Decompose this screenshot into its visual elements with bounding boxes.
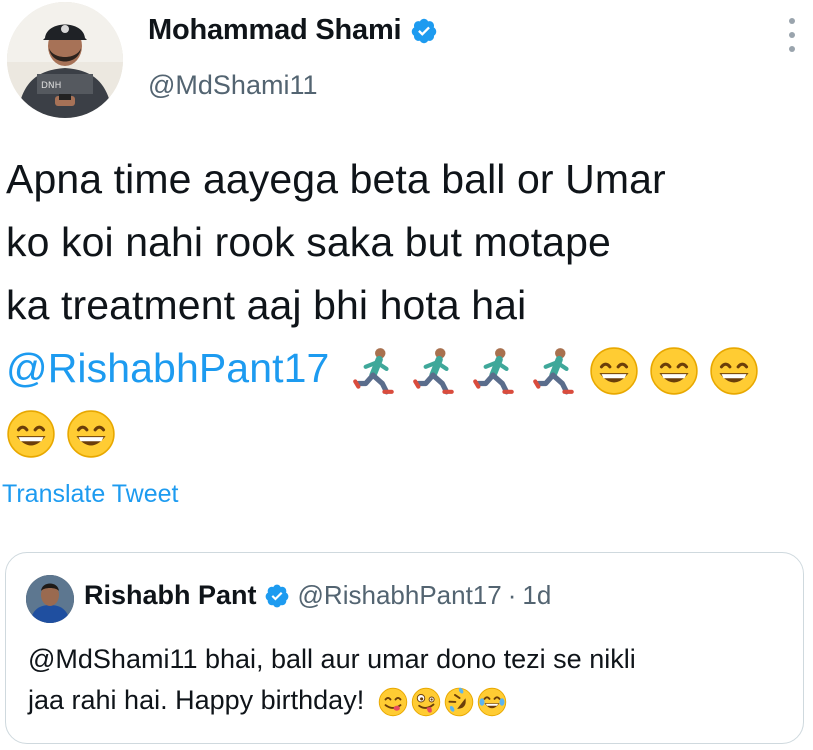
rolling-laughing-icon bbox=[444, 687, 473, 717]
author-name[interactable]: Mohammad Shami bbox=[148, 14, 438, 47]
separator-dot: · bbox=[507, 580, 517, 610]
quoted-text-fragment: jaa rahi hai. Happy birthday! bbox=[28, 685, 365, 715]
grinning-face-icon bbox=[710, 347, 758, 395]
grinning-face-icon bbox=[650, 347, 698, 395]
tweet-text: Apna time aayega beta ball or Umar ko ko… bbox=[6, 148, 806, 463]
tweet-text-line: ka treatment aaj bhi hota hai bbox=[6, 282, 527, 328]
quoted-avatar-photo bbox=[26, 575, 74, 623]
tweet-text-line: @RishabhPant17 bbox=[6, 337, 806, 400]
face-savoring-food-icon bbox=[378, 687, 407, 717]
svg-text:DNH: DNH bbox=[41, 81, 61, 91]
author-handle[interactable]: @MdShami11 bbox=[148, 70, 317, 101]
quoted-tweet[interactable]: Rishabh Pant @RishabhPant17 · 1d @MdSham… bbox=[5, 552, 804, 744]
zany-face-icon bbox=[411, 687, 440, 717]
grinning-face-icon bbox=[590, 347, 638, 395]
man-running-icon bbox=[413, 348, 454, 395]
tweet-text-line: ko koi nahi rook saka but motape bbox=[6, 219, 611, 265]
translate-tweet-link[interactable]: Translate Tweet bbox=[2, 480, 178, 509]
quoted-author-avatar[interactable] bbox=[26, 575, 74, 623]
quoted-header: Rishabh Pant @RishabhPant17 · 1d bbox=[84, 580, 551, 611]
man-running-icon bbox=[473, 348, 514, 395]
man-running-icon bbox=[353, 348, 394, 395]
emoji-group bbox=[378, 687, 510, 717]
verified-badge-icon bbox=[412, 18, 437, 43]
avatar-photo: DNH bbox=[7, 2, 123, 118]
tweet-text-line bbox=[6, 400, 806, 463]
quoted-text-line: jaa rahi hai. Happy birthday! bbox=[28, 680, 788, 721]
quoted-timestamp[interactable]: 1d bbox=[522, 580, 551, 611]
tears-of-joy-icon bbox=[477, 687, 506, 717]
emoji-group bbox=[349, 346, 769, 396]
grinning-face-icon bbox=[7, 410, 55, 458]
quoted-text: @MdShami11 bhai, ball aur umar dono tezi… bbox=[28, 639, 788, 721]
emoji-group bbox=[6, 409, 126, 459]
author-avatar[interactable]: DNH bbox=[7, 2, 123, 118]
grinning-face-icon bbox=[67, 410, 115, 458]
quoted-author-name[interactable]: Rishabh Pant bbox=[84, 580, 257, 611]
more-options-icon[interactable] bbox=[787, 18, 797, 52]
tweet-text-line: Apna time aayega beta ball or Umar bbox=[6, 156, 666, 202]
verified-badge-icon bbox=[265, 584, 288, 607]
tweet-card: DNH Mohammad Shami @MdShami11 Apna time … bbox=[0, 0, 813, 750]
author-name-text[interactable]: Mohammad Shami bbox=[148, 14, 402, 47]
quoted-author-handle[interactable]: @RishabhPant17 bbox=[298, 580, 502, 611]
quoted-text-line: @MdShami11 bhai, ball aur umar dono tezi… bbox=[28, 644, 636, 674]
mention-link[interactable]: @RishabhPant17 bbox=[6, 345, 329, 391]
man-running-icon bbox=[533, 348, 574, 395]
